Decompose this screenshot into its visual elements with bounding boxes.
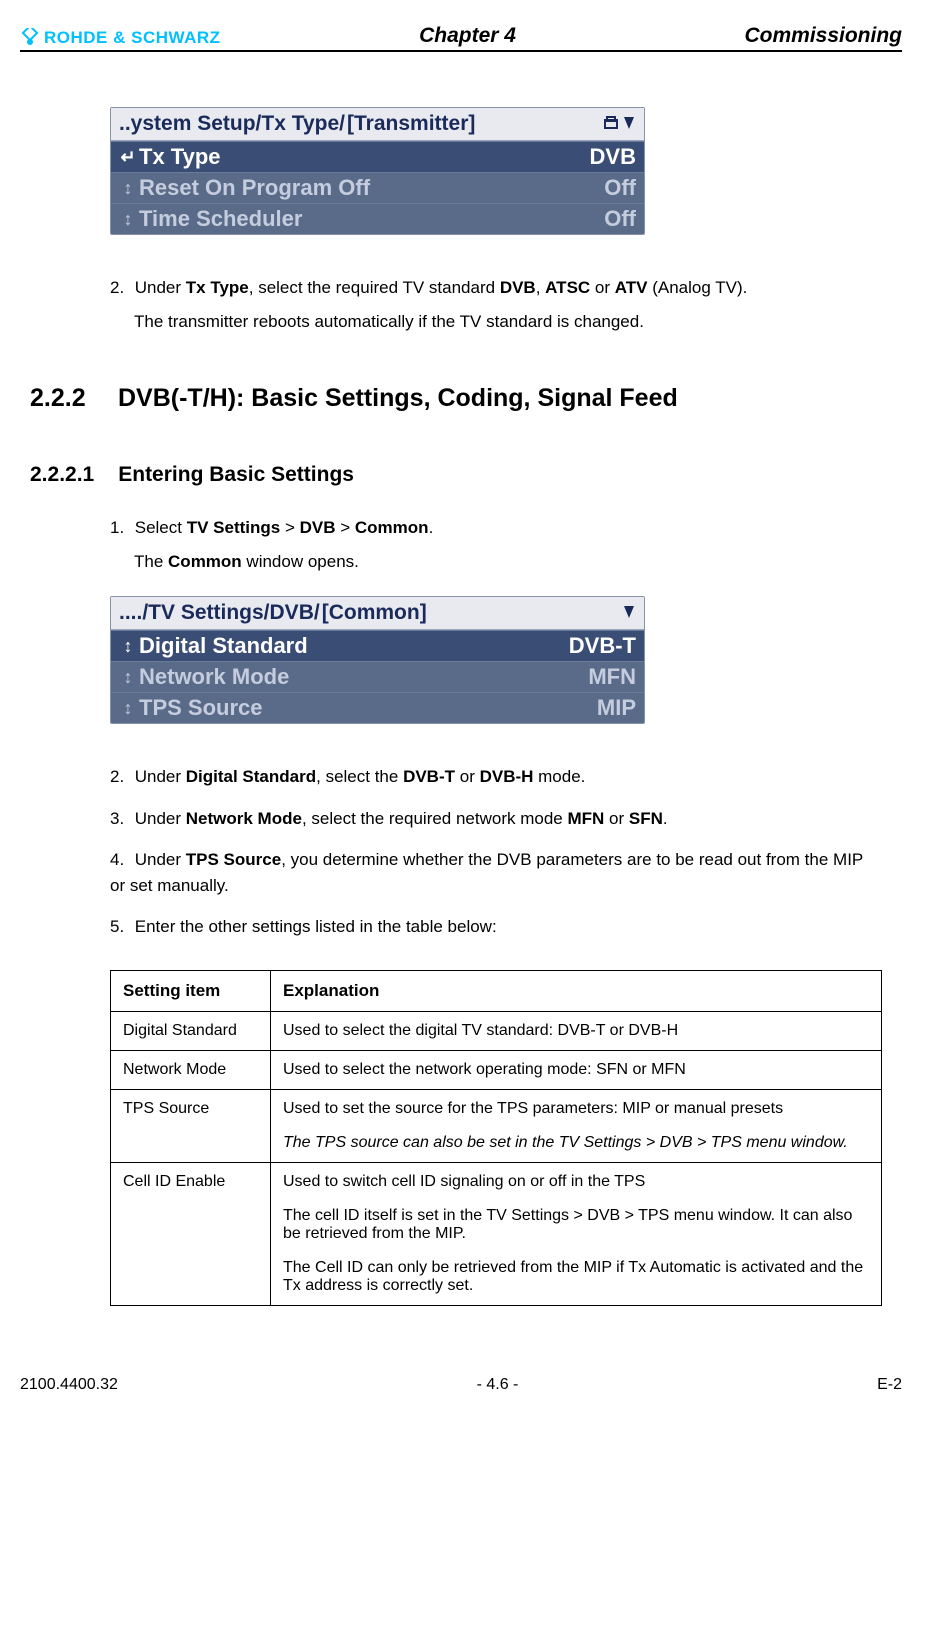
lcd1-row-tx-type: ↵ Tx Type DVB bbox=[111, 141, 644, 172]
table-row: Digital Standard Used to select the digi… bbox=[111, 1011, 882, 1050]
updown-icon: ↕ bbox=[117, 636, 139, 657]
step-b4: 4. Under TPS Source, you determine wheth… bbox=[110, 847, 882, 898]
lcd2-row-digital: ↕ Digital Standard DVB-T bbox=[111, 630, 644, 661]
step-a1: 1. Select TV Settings > DVB > Common. Th… bbox=[110, 515, 882, 574]
th-explanation: Explanation bbox=[271, 970, 882, 1011]
logo-text: ROHDE & SCHWARZ bbox=[44, 28, 221, 48]
heading-2-2-2: 2.2.2 DVB(-T/H): Basic Settings, Coding,… bbox=[30, 384, 882, 413]
table-row: TPS Source Used to set the source for th… bbox=[111, 1089, 882, 1162]
lcd2-row-tps: ↕ TPS Source MIP bbox=[111, 692, 644, 723]
section-label: Commissioning bbox=[714, 24, 902, 48]
lcd1-title: ..ystem Setup/Tx Type/ [ Transmitter ] bbox=[111, 108, 644, 141]
updown-icon: ↕ bbox=[117, 667, 139, 688]
lcd2-row-network: ↕ Network Mode MFN bbox=[111, 661, 644, 692]
lcd1-row-reset: ↕ Reset On Program Off Off bbox=[111, 172, 644, 203]
page-header: ROHDE & SCHWARZ Chapter 4 Commissioning bbox=[20, 24, 902, 52]
step-b2: 2. Under Digital Standard, select the DV… bbox=[110, 764, 882, 790]
footer-center: - 4.6 - bbox=[477, 1376, 519, 1394]
chapter-label: Chapter 4 bbox=[221, 24, 715, 48]
table-row: Cell ID Enable Used to switch cell ID si… bbox=[111, 1162, 882, 1305]
down-arrow-icon bbox=[622, 115, 636, 133]
step-b3: 3. Under Network Mode, select the requir… bbox=[110, 806, 882, 832]
brand-logo: ROHDE & SCHWARZ bbox=[20, 28, 221, 48]
table-row: Network Mode Used to select the network … bbox=[111, 1050, 882, 1089]
updown-icon: ↕ bbox=[117, 178, 139, 199]
lcd-screenshot-2: ..../TV Settings/DVB/ [Common] ↕ Digital… bbox=[110, 596, 645, 724]
th-setting: Setting item bbox=[111, 970, 271, 1011]
updown-icon: ↕ bbox=[117, 209, 139, 230]
footer-right: E-2 bbox=[877, 1376, 902, 1394]
down-arrow-icon bbox=[622, 604, 636, 622]
footer-left: 2100.4400.32 bbox=[20, 1376, 118, 1394]
table-header-row: Setting item Explanation bbox=[111, 970, 882, 1011]
step-2: 2. Under Tx Type, select the required TV… bbox=[110, 275, 882, 334]
logo-icon bbox=[20, 28, 40, 48]
lcd1-row-time: ↕ Time Scheduler Off bbox=[111, 203, 644, 234]
print-icon bbox=[602, 115, 620, 133]
heading-2-2-2-1: 2.2.2.1 Entering Basic Settings bbox=[30, 463, 882, 487]
lcd2-title: ..../TV Settings/DVB/ [Common] bbox=[111, 597, 644, 630]
lcd-screenshot-1: ..ystem Setup/Tx Type/ [ Transmitter ] ↵… bbox=[110, 107, 645, 235]
page-footer: 2100.4400.32 - 4.6 - E-2 bbox=[0, 1336, 952, 1412]
step-b5: 5. Enter the other settings listed in th… bbox=[110, 914, 882, 940]
updown-icon: ↕ bbox=[117, 698, 139, 719]
settings-table: Setting item Explanation Digital Standar… bbox=[110, 970, 882, 1306]
enter-icon: ↵ bbox=[117, 147, 139, 168]
